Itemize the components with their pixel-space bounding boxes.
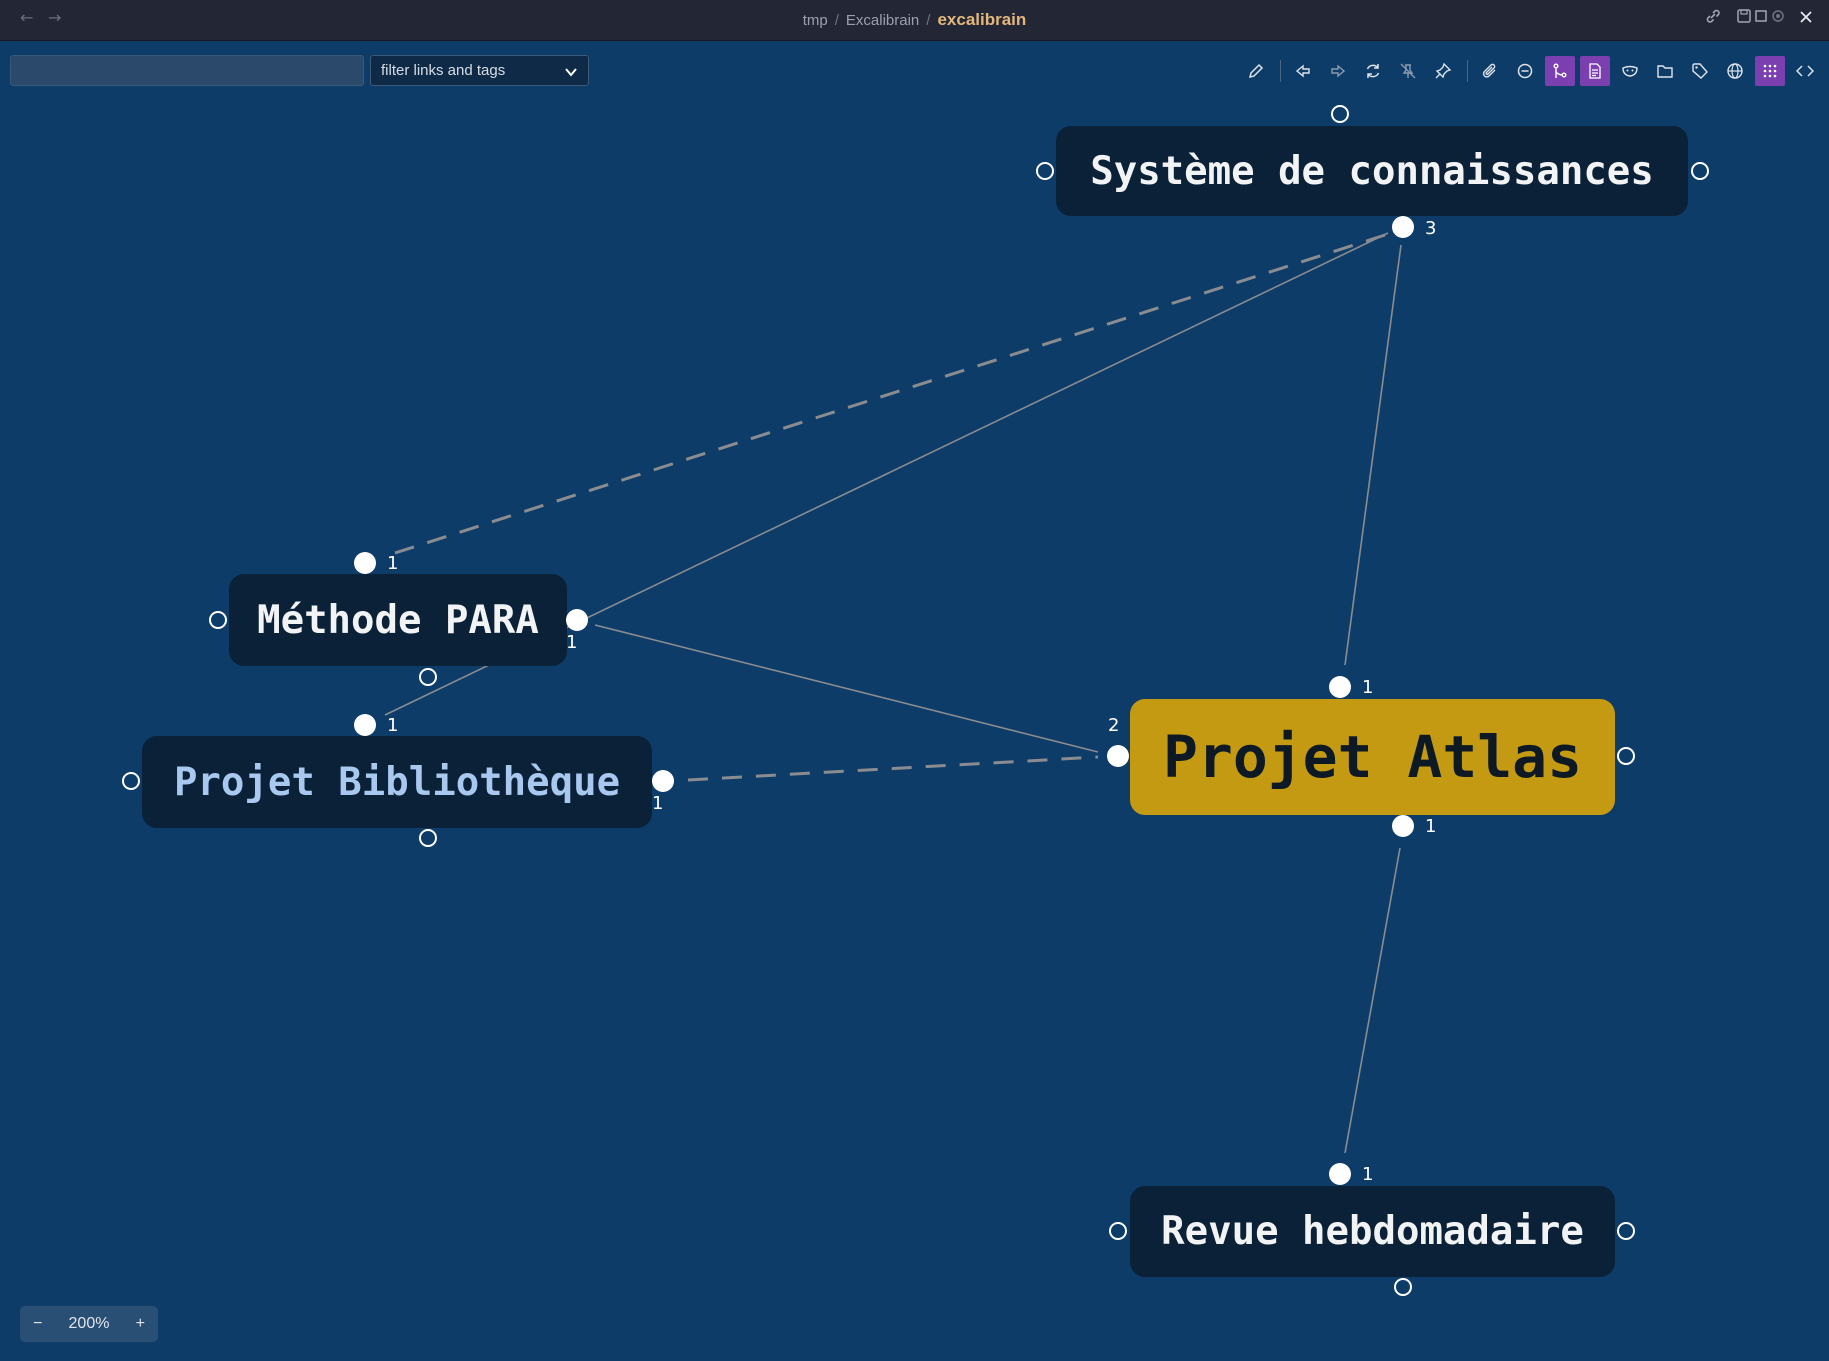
link-methode-atlas <box>594 624 1099 753</box>
link-count: 2 <box>1108 715 1120 736</box>
node-label: Revue hebdomadaire <box>1161 1209 1584 1254</box>
link-count: 1 <box>652 793 664 814</box>
parent-link-dot[interactable] <box>1329 676 1351 698</box>
node-methode-para[interactable]: Méthode PARA <box>229 574 567 666</box>
link-count: 1 <box>1362 677 1374 698</box>
friend-link-dot[interactable] <box>1036 162 1054 180</box>
link-count: 1 <box>1362 1164 1374 1185</box>
parent-link-dot[interactable] <box>354 552 376 574</box>
node-projet-bibliotheque[interactable]: Projet Bibliothèque <box>142 736 652 828</box>
link-count: 1 <box>566 632 578 653</box>
friend-link-dot[interactable] <box>1691 162 1709 180</box>
link-count: 1 <box>387 715 399 736</box>
friend-link-dot[interactable] <box>209 611 227 629</box>
zoom-controls: − 200% + <box>20 1306 158 1342</box>
node-projet-atlas[interactable]: Projet Atlas <box>1130 699 1615 815</box>
child-link-dot[interactable] <box>419 668 437 686</box>
child-link-dot[interactable] <box>1392 216 1414 238</box>
zoom-level: 200% <box>68 1315 110 1332</box>
friend-link-dot[interactable] <box>1109 1222 1127 1240</box>
node-label: Système de connaissances <box>1090 148 1654 194</box>
node-systeme-de-connaissances[interactable]: Système de connaissances <box>1056 126 1688 216</box>
friend-link-dot[interactable] <box>1617 1222 1635 1240</box>
zoom-in-button[interactable]: + <box>136 1315 145 1333</box>
link-systeme-methode <box>394 233 1386 555</box>
link-count: 1 <box>387 553 399 574</box>
node-label: Méthode PARA <box>257 597 539 643</box>
link-systeme-atlas <box>1344 244 1402 666</box>
friend-link-dot[interactable] <box>122 772 140 790</box>
node-revue-hebdomadaire[interactable]: Revue hebdomadaire <box>1130 1186 1615 1277</box>
node-label: Projet Atlas <box>1162 723 1583 791</box>
link-atlas-revue <box>1344 847 1401 1154</box>
friend-link-dot[interactable] <box>1617 747 1635 765</box>
child-link-dot[interactable] <box>1392 815 1414 837</box>
link-bibliotheque-atlas <box>687 755 1099 782</box>
friend-link-dot[interactable] <box>1107 745 1129 767</box>
node-label: Projet Bibliothèque <box>173 759 621 805</box>
link-count: 3 <box>1425 218 1437 239</box>
parent-link-dot[interactable] <box>1329 1163 1351 1185</box>
parent-link-dot[interactable] <box>1331 105 1349 123</box>
link-count: 1 <box>1425 816 1437 837</box>
friend-link-dot[interactable] <box>566 609 588 631</box>
child-link-dot[interactable] <box>419 829 437 847</box>
zoom-out-button[interactable]: − <box>33 1315 42 1333</box>
friend-link-dot[interactable] <box>652 770 674 792</box>
child-link-dot[interactable] <box>1394 1278 1412 1296</box>
parent-link-dot[interactable] <box>354 714 376 736</box>
